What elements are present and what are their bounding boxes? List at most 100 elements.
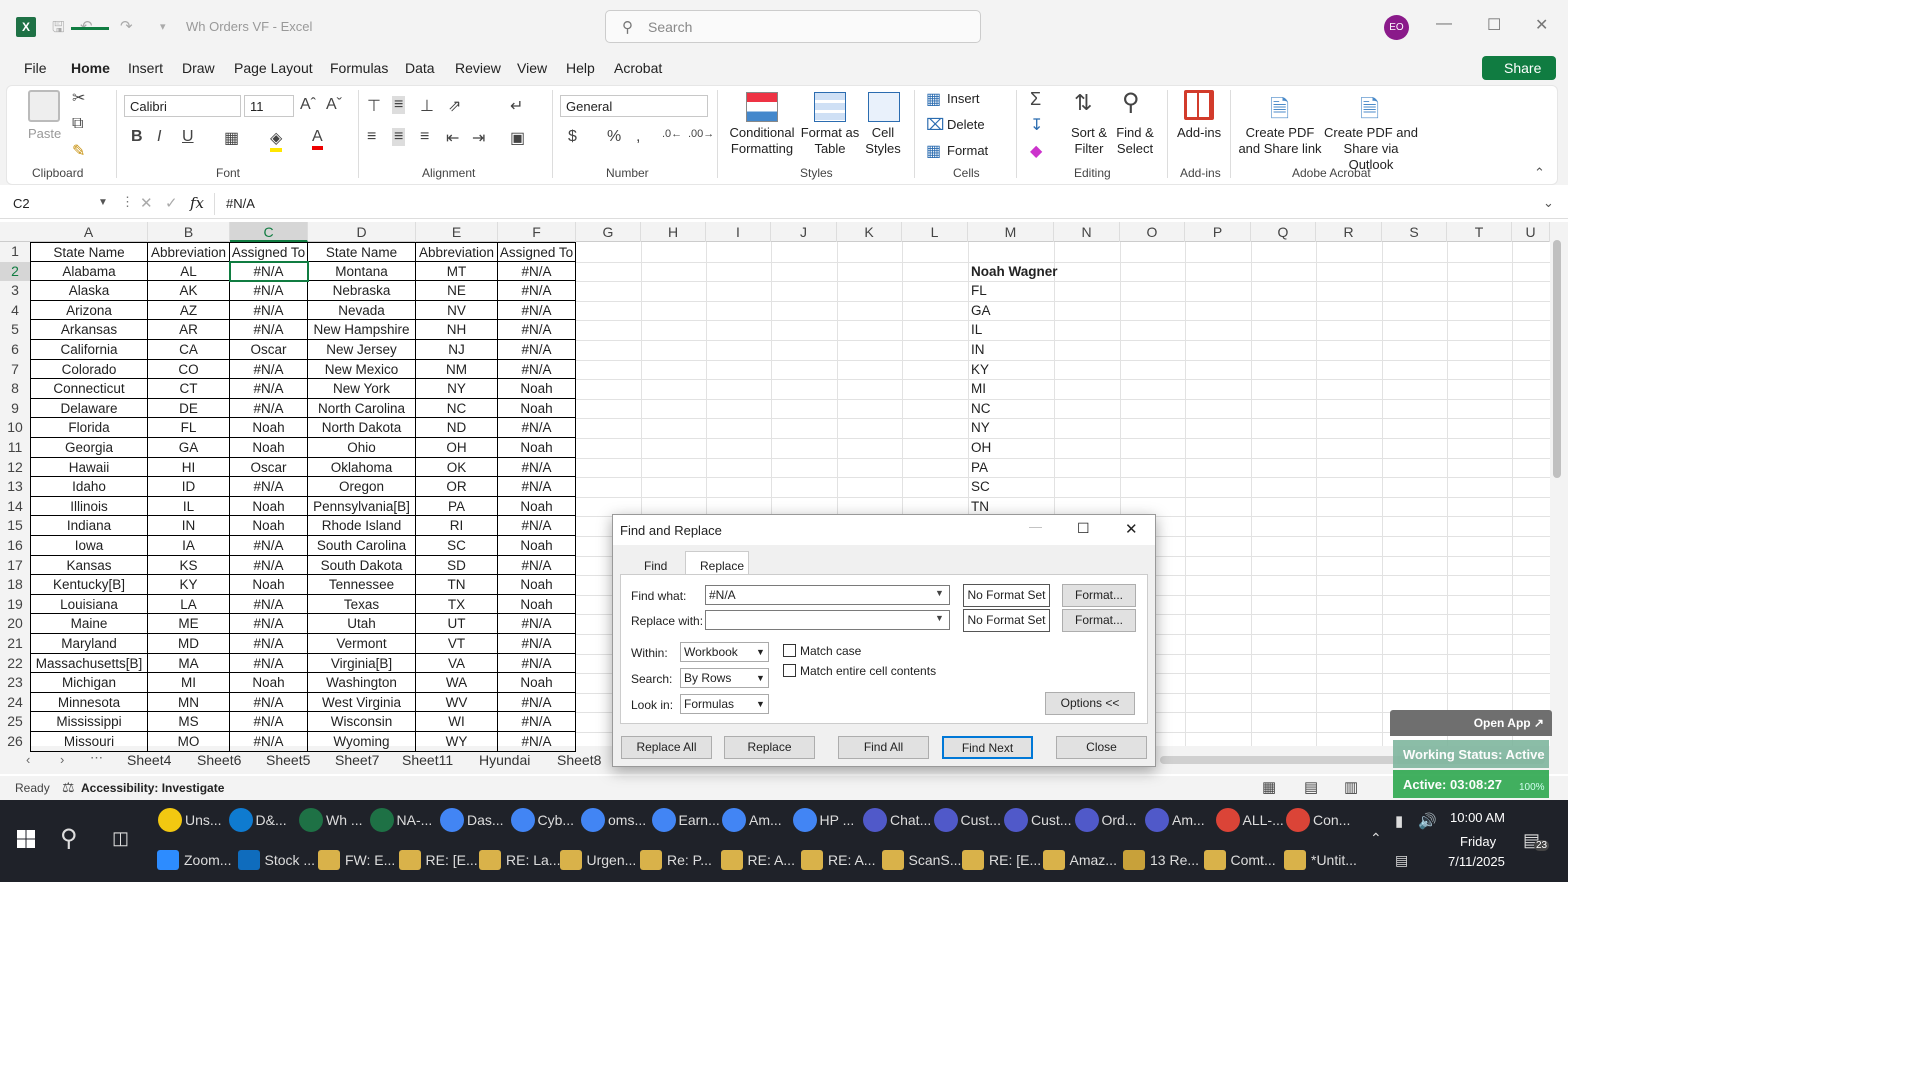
table-cell[interactable]: Iowa xyxy=(30,536,148,556)
table-cell[interactable]: AR xyxy=(148,320,230,340)
maximize-icon[interactable]: ☐ xyxy=(1487,15,1501,35)
dialog-maximize-icon[interactable]: ☐ xyxy=(1077,520,1090,537)
row-header[interactable]: 2 xyxy=(0,261,30,282)
column-header-b[interactable]: B xyxy=(148,222,230,242)
tray-chevron-icon[interactable]: ⌃ xyxy=(1370,830,1382,847)
taskbar-window-button[interactable]: Comt... xyxy=(1231,852,1276,868)
taskbar-app-button[interactable]: Am... xyxy=(1172,812,1205,828)
table-cell[interactable]: Maryland xyxy=(30,634,148,654)
fill-color-icon[interactable]: ◈ xyxy=(270,128,283,152)
cell-column-m[interactable]: NY xyxy=(971,418,990,438)
column-header-d[interactable]: D xyxy=(308,222,416,242)
cell-column-m[interactable]: TN xyxy=(971,497,989,517)
table-cell[interactable]: Alabama xyxy=(30,261,148,282)
table-cell[interactable]: KS xyxy=(148,555,230,576)
cell-column-m[interactable]: MI xyxy=(971,379,986,399)
align-center-icon[interactable]: ≡ xyxy=(392,128,406,146)
row-header[interactable]: 13 xyxy=(0,477,30,497)
font-color-icon[interactable]: A xyxy=(312,128,323,150)
column-header-a[interactable]: A xyxy=(30,222,148,242)
column-header-s[interactable]: S xyxy=(1382,222,1447,242)
search-box[interactable]: ⚲ Search xyxy=(605,10,981,43)
table-cell[interactable]: MO xyxy=(148,732,230,752)
taskbar-window-button[interactable]: Stock ... xyxy=(265,852,316,868)
table-cell[interactable]: California xyxy=(30,340,148,360)
row-header[interactable]: 5 xyxy=(0,320,30,340)
taskbar-window-button[interactable]: FW: E... xyxy=(345,852,395,868)
search-dropdown-icon[interactable]: ▼ xyxy=(756,673,765,683)
table-cell[interactable]: #N/A xyxy=(230,300,308,321)
column-header-k[interactable]: K xyxy=(837,222,902,242)
table-cell[interactable]: #N/A xyxy=(230,320,308,340)
column-header-t[interactable]: T xyxy=(1447,222,1512,242)
column-header-c[interactable]: C xyxy=(230,222,308,242)
table-cell[interactable]: New Mexico xyxy=(308,359,416,380)
table-cell[interactable]: #N/A xyxy=(498,281,576,301)
taskbar-window-button[interactable]: *Untit... xyxy=(1311,852,1357,868)
table-cell[interactable]: Maine xyxy=(30,614,148,634)
taskbar-window-button[interactable]: ScanS... xyxy=(909,852,962,868)
table-cell[interactable]: #N/A xyxy=(230,692,308,713)
table-cell[interactable]: Noah xyxy=(498,673,576,693)
taskbar-app-button[interactable]: ALL-... xyxy=(1243,812,1284,828)
table-cell[interactable]: Wisconsin xyxy=(308,712,416,732)
row-header[interactable]: 21 xyxy=(0,634,30,654)
accessibility-status[interactable]: Accessibility: Investigate xyxy=(81,781,224,795)
table-cell[interactable]: #N/A xyxy=(230,536,308,556)
close-window-icon[interactable]: ✕ xyxy=(1535,15,1548,35)
tab-replace[interactable]: Replace xyxy=(685,551,749,575)
table-cell[interactable]: West Virginia xyxy=(308,692,416,713)
create-pdf-link-button[interactable]: Create PDF and Share link xyxy=(1238,125,1322,157)
save-icon[interactable]: 🖫 xyxy=(52,17,65,42)
table-cell[interactable]: Noah xyxy=(498,398,576,419)
table-cell[interactable]: Nebraska xyxy=(308,281,416,301)
header-cell[interactable]: Assigned To xyxy=(498,242,576,262)
table-cell[interactable]: #N/A xyxy=(498,712,576,732)
close-button[interactable]: Close xyxy=(1056,736,1147,759)
replace-format-button[interactable]: Format... xyxy=(1062,609,1136,632)
minimize-icon[interactable]: — xyxy=(1436,15,1452,33)
table-cell[interactable]: #N/A xyxy=(498,614,576,634)
table-cell[interactable]: Noah xyxy=(498,594,576,615)
table-cell[interactable]: Missouri xyxy=(30,732,148,752)
table-cell[interactable]: #N/A xyxy=(498,359,576,380)
format-painter-icon[interactable]: ✎ xyxy=(72,141,85,161)
row-header[interactable]: 6 xyxy=(0,340,30,360)
within-dropdown-icon[interactable]: ▼ xyxy=(756,647,765,657)
table-cell[interactable]: Noah xyxy=(230,418,308,438)
table-cell[interactable]: NC xyxy=(416,398,498,419)
table-cell[interactable]: Noah xyxy=(498,575,576,595)
cell-column-m[interactable]: IN xyxy=(971,340,985,360)
table-cell[interactable]: #N/A xyxy=(498,340,576,360)
table-cell[interactable]: #N/A xyxy=(230,653,308,674)
format-as-table-icon[interactable] xyxy=(814,92,846,122)
find-all-button[interactable]: Find All xyxy=(838,736,929,759)
table-cell[interactable]: KY xyxy=(148,575,230,595)
insert-cells-button[interactable]: Insert xyxy=(947,91,980,107)
menu-data[interactable]: Data xyxy=(405,60,435,76)
row-header[interactable]: 18 xyxy=(0,575,30,595)
task-view-icon[interactable]: ◫ xyxy=(112,828,129,849)
table-cell[interactable]: TN xyxy=(416,575,498,595)
table-cell[interactable]: Pennsylvania[B] xyxy=(308,496,416,517)
table-cell[interactable]: Utah xyxy=(308,614,416,634)
table-cell[interactable]: North Carolina xyxy=(308,398,416,419)
borders-icon[interactable]: ▦ xyxy=(224,128,239,148)
undo-icon[interactable]: ↶ xyxy=(80,17,93,35)
align-bottom-icon[interactable]: ⊥ xyxy=(420,96,434,116)
table-cell[interactable]: #N/A xyxy=(498,477,576,497)
table-cell[interactable]: TX xyxy=(416,594,498,615)
decrease-decimal-icon[interactable]: .00→ xyxy=(688,128,714,140)
conditional-formatting-button[interactable]: Conditional Formatting xyxy=(726,125,798,157)
table-cell[interactable]: OR xyxy=(416,477,498,497)
column-header-j[interactable]: J xyxy=(771,222,837,242)
table-cell[interactable]: Noah xyxy=(498,438,576,458)
find-what-input[interactable]: #N/A xyxy=(705,585,950,605)
row-header[interactable]: 8 xyxy=(0,379,30,399)
table-cell[interactable]: WY xyxy=(416,732,498,752)
column-header-r[interactable]: R xyxy=(1316,222,1382,242)
row-header[interactable]: 7 xyxy=(0,359,30,380)
align-middle-icon[interactable]: ≡ xyxy=(392,96,406,114)
taskbar-app-button[interactable]: Con... xyxy=(1313,812,1350,828)
taskbar-app-button[interactable]: Wh ... xyxy=(326,812,363,828)
